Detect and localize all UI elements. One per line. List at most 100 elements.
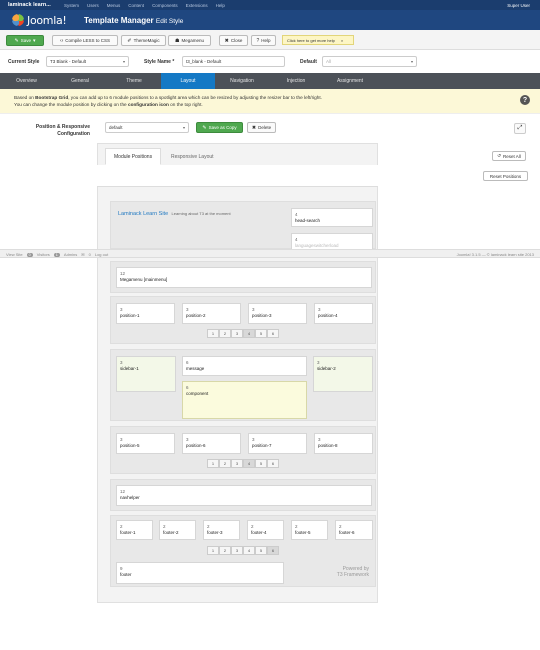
tab-module-positions[interactable]: Module Positions — [105, 148, 162, 165]
message-box[interactable]: 6 message — [182, 356, 307, 376]
position-name: position-5 — [120, 443, 140, 448]
footer-2-box[interactable]: 2 footer-2 — [159, 520, 196, 540]
pager-item[interactable]: 1 — [207, 546, 219, 555]
pager-item[interactable]: 2 — [219, 546, 231, 555]
position-name: footer-5 — [295, 530, 311, 535]
position-name: footer-4 — [251, 530, 267, 535]
footer-position[interactable]: 9 footer — [116, 562, 284, 584]
save-as-copy-button[interactable]: ✎ Save as Copy — [196, 122, 243, 133]
delete-button[interactable]: ✖ Delete — [247, 122, 276, 133]
menu-components[interactable]: Components — [152, 3, 178, 8]
default-select[interactable]: All ▾ — [322, 56, 417, 67]
component-box[interactable]: 6 component — [182, 381, 307, 419]
current-style-select[interactable]: T3 Blank - Default ▾ — [46, 56, 129, 67]
view-site-link[interactable]: View Site — [6, 252, 23, 257]
tab-layout[interactable]: Layout — [161, 73, 215, 89]
pager-item[interactable]: 1 — [207, 329, 219, 338]
footer-4-box[interactable]: 2 footer-4 — [247, 520, 284, 540]
pager-item[interactable]: 6 — [267, 459, 279, 468]
menu-help[interactable]: Help — [216, 3, 225, 8]
chevron-down-icon[interactable]: ▾ — [33, 38, 36, 44]
position-name: position-3 — [252, 313, 272, 318]
pager-item[interactable]: 5 — [255, 329, 267, 338]
messages-count: 0 — [88, 252, 91, 257]
main-band: 3 sidebar-1 6 message 6 component 3 side… — [110, 349, 376, 421]
pager-item-active[interactable]: 4 — [243, 459, 255, 468]
sidebar-1-box[interactable]: 3 sidebar-1 — [116, 356, 176, 392]
position-name: position-7 — [252, 443, 272, 448]
expand-icon[interactable]: ⤢ — [514, 123, 526, 134]
help-note-text: Click here to get more help — [287, 37, 335, 43]
megamenu-button[interactable]: ☗ Megamenu — [168, 35, 211, 46]
pager-item[interactable]: 3 — [231, 329, 243, 338]
position-5-box[interactable]: 3 position-5 — [116, 433, 175, 454]
tab-theme[interactable]: Theme — [107, 73, 161, 89]
question-icon[interactable]: ? — [520, 95, 530, 105]
style-tabs: Overview General Theme Layout Navigation… — [0, 73, 540, 89]
tab-responsive-layout[interactable]: Responsive Layout — [163, 148, 222, 165]
pager-item[interactable]: 3 — [231, 459, 243, 468]
save-copy-label: Save as Copy — [208, 125, 237, 130]
compile-less-button[interactable]: ‹› Compile LESS to CSS — [52, 35, 118, 46]
reset-positions-button[interactable]: Reset Positions — [483, 171, 528, 181]
site-name-link[interactable]: laminack learn... — [8, 2, 51, 8]
menu-system[interactable]: System — [64, 3, 79, 8]
pager-item-active[interactable]: 4 — [243, 329, 255, 338]
navhelper-position[interactable]: 12 navhelper — [116, 485, 372, 506]
tab-general[interactable]: General — [53, 73, 107, 89]
pager-item-active[interactable]: 6 — [267, 546, 279, 555]
pager-item[interactable]: 6 — [267, 329, 279, 338]
position-7-box[interactable]: 3 position-7 — [248, 433, 307, 454]
position-2-box[interactable]: 3 position-2 — [182, 303, 241, 324]
style-name-input[interactable]: t3_blank - Default — [182, 56, 285, 67]
admins-badge: 1 — [53, 252, 60, 257]
footer-6-box[interactable]: 2 footer-6 — [335, 520, 373, 540]
position-3-box[interactable]: 3 position-3 — [248, 303, 307, 324]
pager-item[interactable]: 5 — [255, 459, 267, 468]
thememagic-button[interactable]: ✐ ThemeMagic — [121, 35, 166, 46]
tab-injection[interactable]: Injection — [269, 73, 323, 89]
position-name: sidebar-1 — [120, 366, 139, 371]
mainnav-position[interactable]: 12 Megamenu [mainmenu] — [116, 267, 372, 288]
menu-extensions[interactable]: Extensions — [186, 3, 208, 8]
reset-all-button[interactable]: ↺ Reset All — [492, 151, 526, 161]
tab-assignment[interactable]: Assignment — [323, 73, 377, 89]
pager-item[interactable]: 1 — [207, 459, 219, 468]
pager-item[interactable]: 2 — [219, 329, 231, 338]
position-name: Megamenu [mainmenu] — [120, 277, 168, 282]
help-note[interactable]: Click here to get more help × — [282, 35, 354, 45]
position-1-box[interactable]: 3 position-1 — [116, 303, 175, 324]
close-button[interactable]: ✖ Close — [219, 35, 248, 46]
tab-navigation[interactable]: Navigation — [215, 73, 269, 89]
position-4-box[interactable]: 3 position-4 — [314, 303, 373, 324]
help-button[interactable]: ? Help — [251, 35, 276, 46]
pager-item[interactable]: 2 — [219, 459, 231, 468]
menu-menus[interactable]: Menus — [107, 3, 121, 8]
position-6-box[interactable]: 3 position-6 — [182, 433, 241, 454]
menu-content[interactable]: Content — [128, 3, 144, 8]
page-title-text: Template Manager — [84, 16, 154, 25]
layout-select[interactable]: default ▾ — [105, 122, 189, 133]
spotlight-1-band: 3 position-1 3 position-2 3 position-3 3… — [110, 296, 376, 344]
head-search-position[interactable]: 4 head-search — [291, 208, 373, 227]
footer-3-box[interactable]: 2 footer-3 — [203, 520, 240, 540]
tab-overview[interactable]: Overview — [0, 73, 53, 89]
position-8-box[interactable]: 3 position-8 — [314, 433, 373, 454]
menu-users[interactable]: Users — [87, 3, 99, 8]
header-band: Laminack Learn Site Learning about T3 at… — [110, 201, 376, 252]
footer-5-box[interactable]: 2 footer-5 — [291, 520, 328, 540]
logout-link[interactable]: Log out — [95, 252, 108, 257]
position-config-label: Position & Responsive Configuration — [10, 124, 90, 138]
status-version: Joomla! 3.1.5 — © laminack learn site 20… — [456, 252, 534, 257]
pager-item[interactable]: 3 — [231, 546, 243, 555]
navhelper-band: 12 navhelper — [110, 479, 376, 511]
save-button[interactable]: ✎ Save ▾ — [6, 35, 44, 46]
footer-1-box[interactable]: 2 footer-1 — [116, 520, 153, 540]
admins-label: Admins — [63, 252, 78, 257]
pager-item[interactable]: 4 — [243, 546, 255, 555]
position-name: position-4 — [318, 313, 338, 318]
close-note-icon[interactable]: × — [341, 38, 343, 43]
sidebar-2-box[interactable]: 3 sidebar-2 — [313, 356, 373, 392]
pager-item[interactable]: 5 — [255, 546, 267, 555]
user-menu[interactable]: Super User — [507, 3, 530, 8]
